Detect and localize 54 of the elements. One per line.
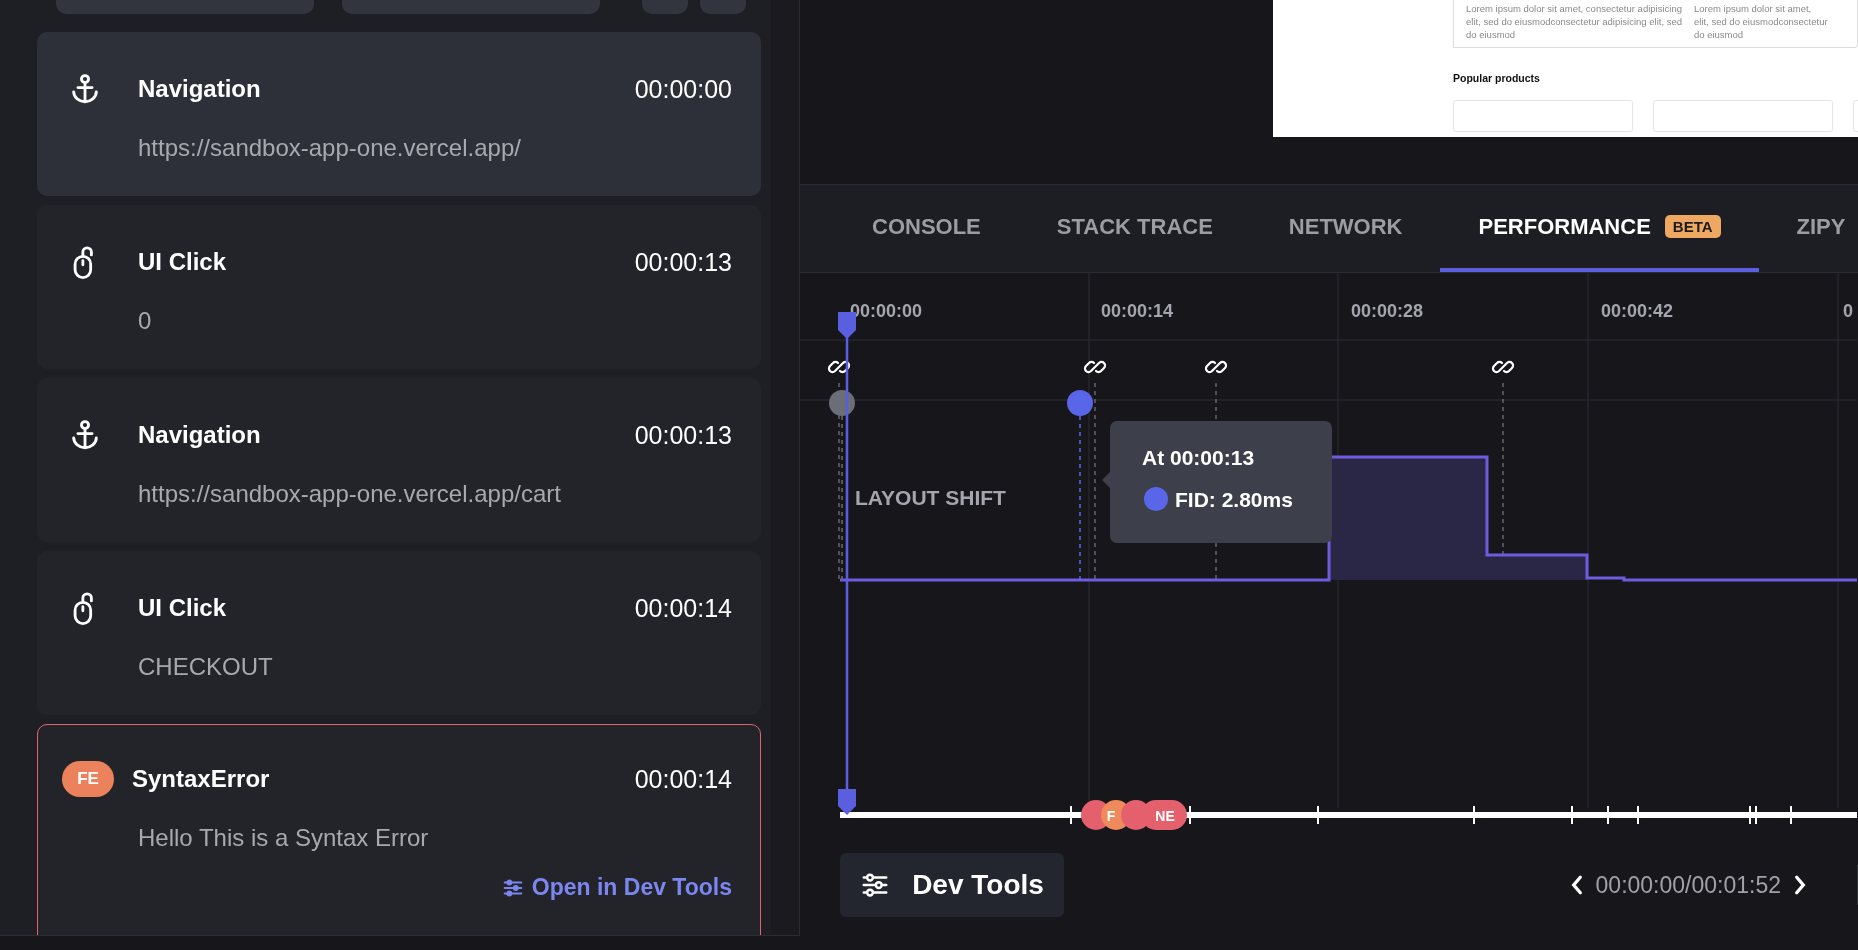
event-time: 00:00:00 [634, 74, 732, 104]
next-icon[interactable] [1793, 874, 1807, 896]
time-tick-label: 0 [1843, 301, 1853, 321]
event-card[interactable]: UI Click 00:00:14 CHECKOUT [37, 551, 761, 715]
playback-position: 00:00:00/00:01:52 [1595, 871, 1781, 899]
event-detail: https://sandbox-app-one.vercel.app/ [138, 134, 522, 162]
lorem-text: elit, sed do eiusmodconsectetur adipisicing elit, sed [1466, 15, 1682, 28]
event-time: 00:00:13 [634, 420, 732, 450]
dev-tools-button[interactable]: Dev Tools [840, 853, 1064, 917]
event-detail: Hello This is a Syntax Error [138, 824, 430, 852]
event-detail: 0 [138, 307, 153, 335]
tab[interactable]: STACK TRACE [1018, 185, 1251, 272]
lorem-text: do eiusmod [1466, 28, 1517, 41]
event-detail: https://sandbox-app-one.vercel.app/cart [138, 480, 562, 508]
link-icon[interactable] [1083, 360, 1107, 374]
event-title: Navigation [138, 75, 262, 103]
beta-badge: BETA [1664, 215, 1721, 238]
event-card[interactable]: UI Click 00:00:13 0 [37, 205, 761, 369]
time-tick-label: 00:00:00 [850, 301, 923, 321]
event-title: SyntaxError [132, 765, 271, 793]
tab[interactable]: NETWORK [1250, 185, 1441, 272]
lorem-text: elit, sed do eiusmodconsectetur [1694, 15, 1828, 28]
open-dev-tools-link[interactable]: Open in Dev Tools [501, 874, 732, 901]
event-title: UI Click [138, 248, 228, 276]
error-badge: FE [62, 761, 114, 797]
section-heading: Popular products [1453, 72, 1541, 84]
link-icon[interactable] [1204, 360, 1228, 374]
tooltip-value: FID: 2.80ms [1175, 488, 1293, 511]
time-tick-label: 00:00:28 [1351, 301, 1424, 321]
event-title: UI Click [138, 594, 228, 622]
previous-icon[interactable] [1569, 874, 1584, 896]
tab[interactable]: PERFORMANCE BETA [1440, 185, 1759, 272]
lorem-text: Lorem ipsum dolor sit amet, [1694, 2, 1813, 15]
event-time: 00:00:14 [634, 764, 732, 794]
event-title: Navigation [138, 421, 262, 449]
tooltip-time: At 00:00:13 [1142, 446, 1255, 469]
event-card[interactable]: Navigation 00:00:13 https://sandbox-app-one.vercel.app/cart [37, 378, 761, 542]
time-tick-label: 00:00:14 [1101, 301, 1174, 321]
lorem-text: do eiusmod [1694, 28, 1745, 41]
event-card[interactable]: Navigation 00:00:00 https://sandbox-app-one.vercel.app/ [37, 32, 761, 196]
playhead-handle[interactable] [838, 789, 856, 815]
metric-label: LAYOUT SHIFT [855, 486, 1006, 509]
tab[interactable]: CONSOLE [834, 185, 1019, 272]
event-marker[interactable] [1067, 390, 1093, 416]
link-icon[interactable] [1491, 360, 1515, 374]
event-time: 00:00:14 [634, 593, 732, 623]
tab[interactable]: ZIPY [1758, 185, 1858, 272]
time-tick-label: 00:00:42 [1601, 301, 1674, 321]
event-marker[interactable] [829, 390, 855, 416]
event-time: 00:00:13 [634, 247, 732, 277]
lorem-text: Lorem ipsum dolor sit amet, consectetur adipisicing [1466, 2, 1682, 15]
link-icon[interactable] [827, 360, 851, 374]
event-detail: CHECKOUT [138, 653, 274, 681]
event-card[interactable]: FE SyntaxError 00:00:14 Hello This is a Syntax Error Open in Dev Tools [37, 724, 761, 935]
